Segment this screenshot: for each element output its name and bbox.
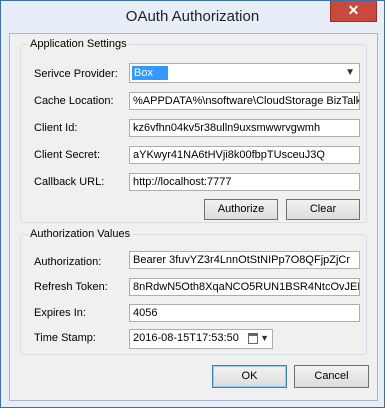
service-provider-label: Serivce Provider: xyxy=(34,68,118,80)
client-id-input[interactable]: kz6vfhn04kv5r38ulln9uxsmwwrvgwmh xyxy=(129,119,360,137)
window-title: OAuth Authorization xyxy=(125,8,260,25)
authorize-button[interactable]: Authorize xyxy=(204,199,278,220)
client-secret-input[interactable]: aYKwyr41NA6tHVji8k00fbpTUsceuJ3Q xyxy=(129,146,360,164)
client-secret-label: Client Secret: xyxy=(34,149,101,161)
cache-location-label: Cache Location: xyxy=(34,95,114,107)
title-bar: OAuth Authorization ✕ xyxy=(1,1,384,33)
chevron-down-icon: ▼ xyxy=(260,333,269,343)
cancel-button[interactable]: Cancel xyxy=(294,365,369,388)
authorization-values-legend: Authorization Values xyxy=(30,228,131,240)
close-icon: ✕ xyxy=(347,2,360,18)
expires-in-input[interactable]: 4056 xyxy=(129,304,360,322)
callback-url-label: Callback URL: xyxy=(34,176,105,188)
ok-button[interactable]: OK xyxy=(212,365,287,388)
authorization-label: Authorization: xyxy=(34,256,102,268)
service-provider-select[interactable]: Box ▼ xyxy=(129,63,360,83)
client-id-label: Client Id: xyxy=(34,122,78,134)
calendar-icon xyxy=(248,333,258,344)
time-stamp-picker[interactable]: 2016-08-15T17:53:50 ▼ xyxy=(129,329,273,349)
refresh-token-input[interactable]: 8nRdwN5Oth8XqaNCO5RUN1BSR4NtcOvJEM xyxy=(129,278,360,296)
time-stamp-value: 2016-08-15T17:53:50 xyxy=(133,332,239,344)
application-settings-legend: Application Settings xyxy=(30,38,127,50)
authorization-input[interactable]: Bearer 3fuvYZ3r4LnnOtStNIPp7O8QFjpZjCr xyxy=(129,251,360,269)
cache-location-input[interactable]: %APPDATA%\nsoftware\CloudStorage BizTalk xyxy=(129,92,360,110)
time-stamp-label: Time Stamp: xyxy=(34,332,96,344)
dialog-body: Application Settings Serivce Provider: B… xyxy=(9,33,378,401)
refresh-token-label: Refresh Token: xyxy=(34,281,108,293)
close-button[interactable]: ✕ xyxy=(330,1,377,22)
expires-in-label: Expires In: xyxy=(34,307,86,319)
clear-button[interactable]: Clear xyxy=(286,199,360,220)
callback-url-input[interactable]: http://localhost:7777 xyxy=(129,173,360,191)
service-provider-value: Box xyxy=(132,66,168,80)
oauth-dialog: OAuth Authorization ✕ Application Settin… xyxy=(0,0,385,408)
chevron-down-icon: ▼ xyxy=(345,67,355,78)
